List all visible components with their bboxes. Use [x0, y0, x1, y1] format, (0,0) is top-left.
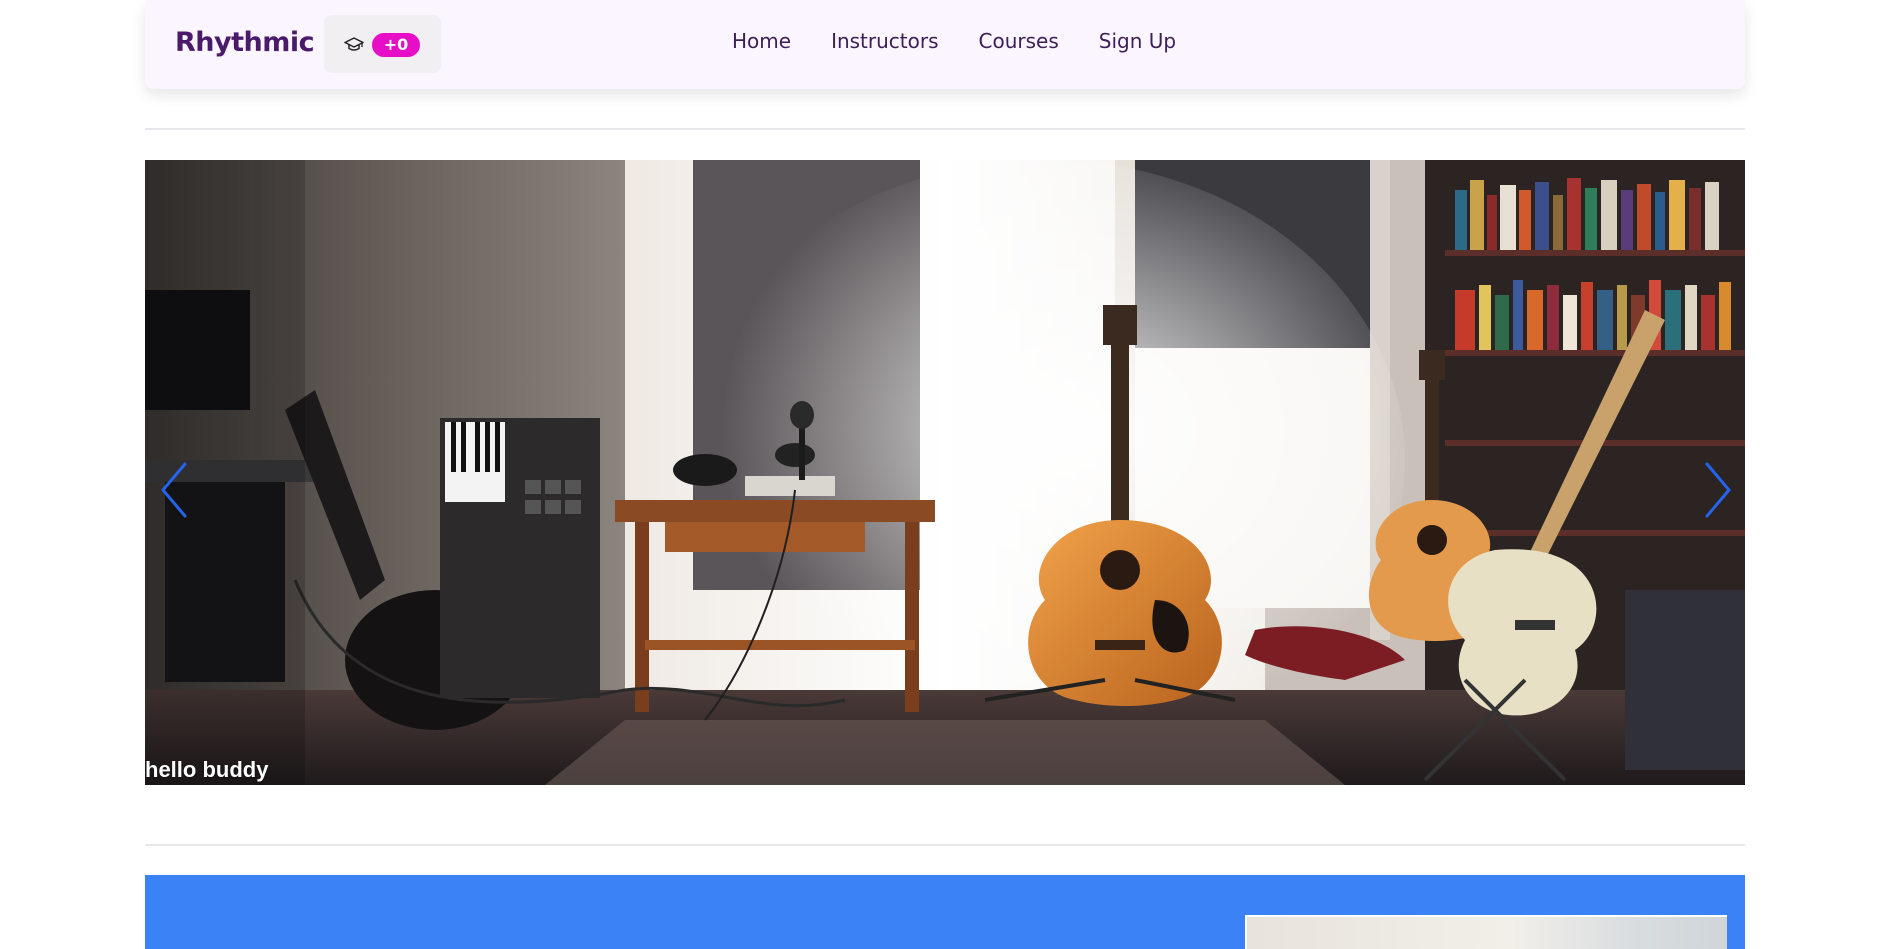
- graduation-cap-icon: [344, 37, 364, 51]
- nav-link-home[interactable]: Home: [732, 29, 791, 53]
- navbar: Rhythmic +0 Home Instructors Courses Sig…: [145, 0, 1745, 89]
- chevron-left-icon: [161, 462, 187, 518]
- nav-link-sign-up[interactable]: Sign Up: [1099, 29, 1176, 53]
- nav-links: Home Instructors Courses Sign Up: [732, 29, 1176, 53]
- nav-link-courses[interactable]: Courses: [979, 29, 1059, 53]
- carousel-prev-button[interactable]: [157, 460, 193, 520]
- promo-section: [145, 875, 1745, 949]
- chevron-right-icon: [1705, 462, 1731, 518]
- carousel-next-button[interactable]: [1699, 460, 1735, 520]
- music-room-photo: [145, 160, 1745, 785]
- brand-logo[interactable]: Rhythmic: [175, 27, 315, 58]
- promo-image: [1245, 915, 1727, 949]
- nav-link-instructors[interactable]: Instructors: [831, 29, 938, 53]
- top-divider: [145, 128, 1745, 130]
- carousel-caption: hello buddy: [145, 757, 269, 782]
- hero-carousel: hello buddy: [145, 160, 1745, 785]
- enrolled-count-badge: +0: [372, 33, 420, 57]
- middle-divider: [145, 844, 1745, 846]
- enrolled-courses-button[interactable]: +0: [324, 15, 441, 73]
